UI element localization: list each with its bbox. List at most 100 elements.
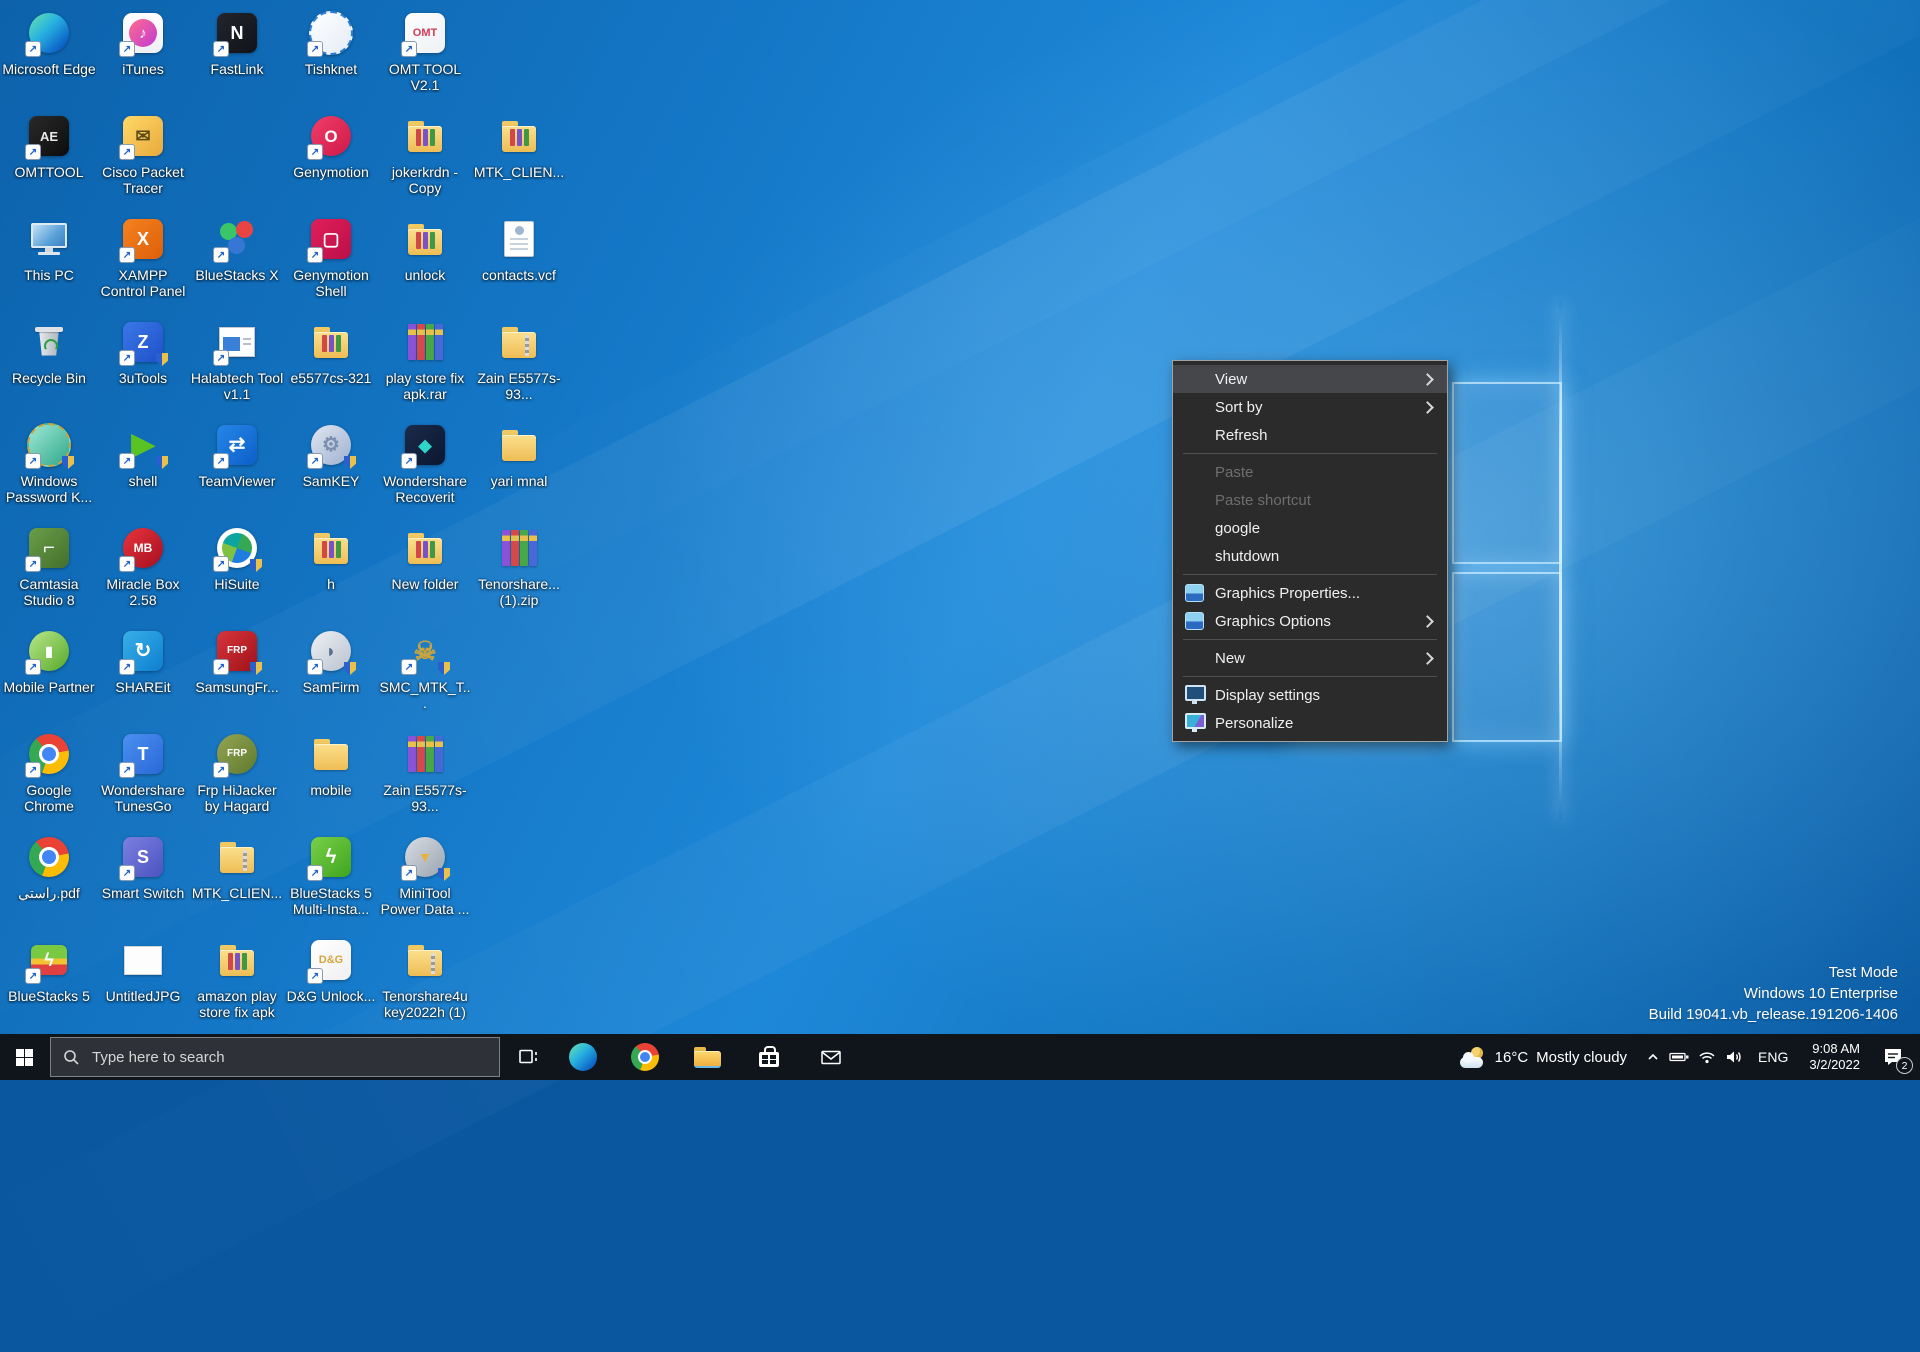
desktop-icon-shell[interactable]: ▶↗shell xyxy=(96,420,190,489)
shortcut-arrow-icon: ↗ xyxy=(119,247,135,263)
desktop-icon-smart-switch[interactable]: S↗Smart Switch xyxy=(96,832,190,901)
desktop-icon-play-store-fix-apk-rar[interactable]: play store fix apk.rar xyxy=(378,317,472,402)
tray-battery[interactable] xyxy=(1666,1034,1693,1080)
desktop-icon-jokerkrdn-copy[interactable]: jokerkrdn - Copy xyxy=(378,111,472,196)
desktop-icon-cisco-packet-tracer[interactable]: ✉↗Cisco Packet Tracer xyxy=(96,111,190,196)
desktop-icon-amazon-play-store-fix-apk[interactable]: amazon play store fix apk xyxy=(190,935,284,1020)
desktop-icon-omt-tool-v2-1[interactable]: OMT↗ OMT TOOL V2.1 xyxy=(378,8,472,93)
search-input[interactable] xyxy=(90,1048,464,1067)
desktop-icon-e5577cs-321[interactable]: e5577cs-321 xyxy=(284,317,378,386)
desktop-icon-wondershare-recoverit[interactable]: ◆↗Wondershare Recoverit xyxy=(378,420,472,505)
taskbar-clock[interactable]: 9:08 AM 3/2/2022 xyxy=(1799,1041,1870,1073)
taskbar-weather[interactable]: 16°C Mostly cloudy xyxy=(1448,1034,1639,1080)
desktop-icon-camtasia-studio-8[interactable]: ⌐↗Camtasia Studio 8 xyxy=(2,523,96,608)
desktop-icon-3utools[interactable]: Z↗3uTools xyxy=(96,317,190,386)
context-menu-item-refresh[interactable]: Refresh xyxy=(1173,421,1447,449)
desktop-icon-yari-mnal[interactable]: yari mnal xyxy=(472,420,566,489)
desktop-icon-wondershare-tunesgo[interactable]: T↗Wondershare TunesGo xyxy=(96,729,190,814)
context-menu-item-graphics-options[interactable]: Graphics Options xyxy=(1173,607,1447,635)
desktop-icon-hisuite[interactable]: ↗HiSuite xyxy=(190,523,284,592)
shortcut-arrow-icon: ↗ xyxy=(119,865,135,881)
clock-time: 9:08 AM xyxy=(1809,1041,1860,1057)
taskbar-mail[interactable] xyxy=(807,1034,855,1080)
desktop-icon-label: Zain E5577s-93... xyxy=(472,370,566,402)
language-indicator[interactable]: ENG xyxy=(1747,1049,1799,1065)
desktop-icon-label: Microsoft Edge xyxy=(2,61,96,77)
desktop-icon-bluestacks-5-multi-insta[interactable]: ϟ↗BlueStacks 5 Multi-Insta... xyxy=(284,832,378,917)
desktop-icon-mtk-clien[interactable]: MTK_CLIEN... xyxy=(472,111,566,180)
desktop-icon-zain-e5577s-93[interactable]: Zain E5577s-93... xyxy=(472,317,566,402)
desktop-icon-tenorshare-1-zip[interactable]: Tenorshare... (1).zip xyxy=(472,523,566,608)
desktop-icon-label: OMT TOOL V2.1 xyxy=(378,61,472,93)
desktop-icon-d-g-unlock[interactable]: D&G↗D&G Unlock... xyxy=(284,935,378,1004)
context-menu-item-graphics-properties[interactable]: Graphics Properties... xyxy=(1173,579,1447,607)
desktop-icon-google-chrome[interactable]: ↗Google Chrome xyxy=(2,729,96,814)
desktop-icon-label: jokerkrdn - Copy xyxy=(378,164,472,196)
context-menu-item-google[interactable]: google xyxy=(1173,514,1447,542)
desktop-icon-itunes[interactable]: ♪↗iTunes xyxy=(96,8,190,77)
desktop-icon-unlock[interactable]: unlock xyxy=(378,214,472,283)
desktop-icon-mobile[interactable]: mobile xyxy=(284,729,378,798)
taskbar-edge[interactable] xyxy=(559,1034,607,1080)
weather-condition: Mostly cloudy xyxy=(1536,1049,1627,1066)
desktop-icon-new-folder[interactable]: New folder xyxy=(378,523,472,592)
context-menu-item-display-settings[interactable]: Display settings xyxy=(1173,681,1447,709)
this-pc-icon xyxy=(27,217,71,261)
desktop-icon-this-pc[interactable]: This PC xyxy=(2,214,96,283)
tray-volume[interactable] xyxy=(1720,1034,1747,1080)
desktop-icon-miracle-box-2-58[interactable]: MB↗Miracle Box 2.58 xyxy=(96,523,190,608)
desktop-icon-contacts-vcf[interactable]: contacts.vcf xyxy=(472,214,566,283)
tray-expand[interactable] xyxy=(1639,1034,1666,1080)
desktop-icon-fastlink[interactable]: N↗FastLink xyxy=(190,8,284,77)
desktop-icon-tenorshare4u-key2022h-1[interactable]: Tenorshare4u key2022h (1) xyxy=(378,935,472,1020)
tray-network[interactable] xyxy=(1693,1034,1720,1080)
desktop-icon-bluestacks-x[interactable]: ↗BlueStacks X xyxy=(190,214,284,283)
context-menu-item-personalize[interactable]: Personalize xyxy=(1173,709,1447,737)
shortcut-arrow-icon: ↗ xyxy=(213,556,229,572)
desktop-icon-tishknet[interactable]: ↗Tishknet xyxy=(284,8,378,77)
desktop-icon-samkey[interactable]: ⚙↗SamKEY xyxy=(284,420,378,489)
desktop-icon-halabtech-tool-v1-1[interactable]: ↗Halabtech Tool v1.1 xyxy=(190,317,284,402)
context-menu-item-sort-by[interactable]: Sort by xyxy=(1173,393,1447,421)
desktop-icon-smc-mtk-t[interactable]: ☠↗SMC_MTK_T... xyxy=(378,626,472,711)
folder-icon xyxy=(309,732,353,776)
menu-item-label: Display settings xyxy=(1215,687,1320,704)
taskbar-chrome[interactable] xyxy=(621,1034,669,1080)
desktop-icon-label: MTK_CLIEN... xyxy=(190,885,284,901)
action-center-button[interactable]: 2 xyxy=(1870,1034,1916,1080)
desktop-icon-untitledjpg[interactable]: UntitledJPG xyxy=(96,935,190,1004)
desktop-icon-genymotion[interactable]: O↗Genymotion xyxy=(284,111,378,180)
shortcut-arrow-icon: ↗ xyxy=(25,41,41,57)
desktop-icon-h[interactable]: h xyxy=(284,523,378,592)
desktop-icon-xampp-control-panel[interactable]: X↗XAMPP Control Panel xyxy=(96,214,190,299)
desktop-icon-minitool-power-data[interactable]: ▼↗MiniTool Power Data ... xyxy=(378,832,472,917)
context-menu-item-view[interactable]: View xyxy=(1173,365,1447,393)
desktop-icon-recycle-bin[interactable]: Recycle Bin xyxy=(2,317,96,386)
taskbar-search[interactable] xyxy=(50,1037,500,1077)
desktop-icon-microsoft-edge[interactable]: ↗ Microsoft Edge xyxy=(2,8,96,77)
desktop-icon-zain-e5577s-93[interactable]: Zain E5577s-93... xyxy=(378,729,472,814)
desktop-icon-genymotion-shell[interactable]: ▢↗Genymotion Shell xyxy=(284,214,378,299)
desktop-icon-samfirm[interactable]: ◗↗SamFirm xyxy=(284,626,378,695)
desktop-icon-bluestacks-5[interactable]: ϟ↗BlueStacks 5 xyxy=(2,935,96,1004)
desktop-icon-mobile-partner[interactable]: ▮↗Mobile Partner xyxy=(2,626,96,695)
task-view-button[interactable] xyxy=(504,1034,552,1080)
context-menu-item-shutdown[interactable]: shutdown xyxy=(1173,542,1447,570)
omt-tool-icon: OMT↗ xyxy=(403,11,447,55)
desktop-icon-windows-password-k[interactable]: ↗Windows Password K... xyxy=(2,420,96,505)
desktop-icon-frp-hijacker-by-hagard[interactable]: FRP↗Frp HiJacker by Hagard xyxy=(190,729,284,814)
context-menu-item-new[interactable]: New xyxy=(1173,644,1447,672)
desktop-icon-samsungfr[interactable]: FRP↗SamsungFr... xyxy=(190,626,284,695)
taskbar-store[interactable] xyxy=(745,1034,793,1080)
shortcut-arrow-icon: ↗ xyxy=(401,41,417,57)
desktop-icon-omttool[interactable]: AE↗OMTTOOL xyxy=(2,111,96,180)
desktop-icon-pdf[interactable]: راستي.pdf xyxy=(2,832,96,901)
desktop-icon-shareit[interactable]: ↻↗SHAREit xyxy=(96,626,190,695)
taskbar-file-explorer[interactable] xyxy=(683,1034,731,1080)
start-button[interactable] xyxy=(0,1034,48,1080)
menu-item-label: google xyxy=(1215,520,1260,537)
desktop-icon-teamviewer[interactable]: ⇄↗TeamViewer xyxy=(190,420,284,489)
desktop-icon-mtk-clien[interactable]: MTK_CLIEN... xyxy=(190,832,284,901)
minitool-power-data-icon: ▼↗ xyxy=(403,835,447,879)
shortcut-arrow-icon: ↗ xyxy=(213,659,229,675)
